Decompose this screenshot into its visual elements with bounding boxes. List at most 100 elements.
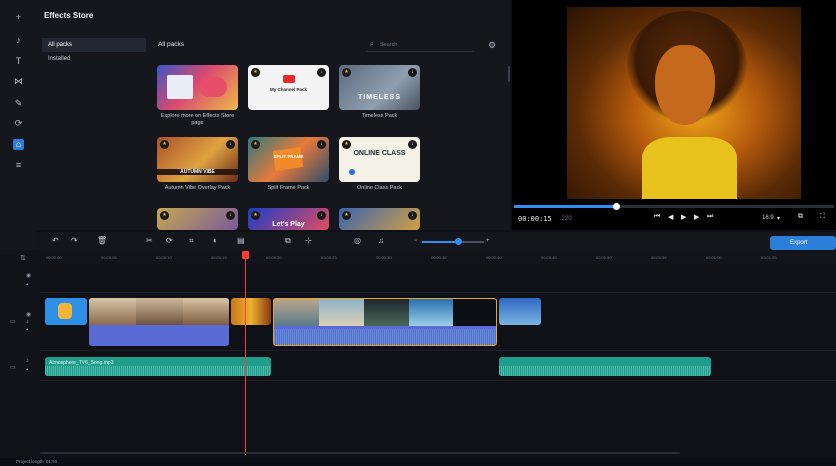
audio-waveform	[45, 366, 271, 376]
track-visibility-icon[interactable]: ◉	[26, 272, 31, 279]
record-audio-icon[interactable]: ♫	[378, 236, 384, 245]
track-lock-icon[interactable]: ▪	[26, 367, 28, 373]
audio-track-icon: ▭	[10, 365, 16, 371]
timecode-fraction: .220	[560, 216, 572, 222]
crop-icon[interactable]: ⌗	[189, 236, 194, 246]
effects-store-icon[interactable]: ⌂	[13, 139, 24, 150]
pack-label: Online Class Pack	[357, 185, 402, 191]
step-forward-icon[interactable]: ▶	[694, 213, 699, 221]
marker-icon[interactable]: ◎	[354, 236, 361, 245]
audio-clip[interactable]: Atmosphere_TV6_Song.mp3	[45, 357, 271, 376]
settings-icon[interactable]: ⚙	[488, 40, 496, 51]
premium-icon: ★	[342, 211, 351, 220]
store-scrollbar[interactable]	[508, 66, 510, 82]
video-clip[interactable]	[231, 298, 271, 325]
premium-icon: ★	[251, 211, 260, 220]
search-icon: ⌕	[370, 41, 374, 48]
more-tools-icon[interactable]: ≡	[13, 160, 24, 171]
ruler-tick: 00:00:15	[211, 255, 227, 260]
ruler-tick: 00:01:05	[761, 255, 777, 260]
export-button[interactable]: Export	[770, 236, 836, 250]
project-length: Project length: 01:50	[16, 459, 58, 464]
video-track-icon: ▭	[10, 319, 16, 325]
pack-card-explore[interactable]	[157, 65, 238, 110]
track-visibility-icon[interactable]: ◉	[26, 311, 31, 318]
properties-icon[interactable]: ▤	[237, 236, 245, 245]
pack-label: Timeless Pack	[361, 113, 398, 119]
add-track-icon[interactable]: ⇅	[20, 254, 26, 262]
pack-card[interactable]: ★ ↓	[339, 208, 420, 230]
next-icon[interactable]: ⏭	[707, 213, 713, 221]
ruler-tick: 00:00:10	[156, 255, 172, 260]
import-icon[interactable]: +	[13, 12, 24, 23]
playhead[interactable]	[245, 255, 246, 455]
ruler-tick: 00:00:00	[46, 255, 62, 260]
track-mute-icon[interactable]: ♪	[26, 358, 29, 364]
pack-card-split-frame[interactable]: ★ ↓ SPLIT FRAME	[248, 137, 329, 182]
step-back-icon[interactable]: ◀	[668, 213, 673, 221]
pack-overlay: AUTUMN VIBE	[157, 169, 238, 175]
track-divider	[40, 350, 836, 351]
color-adjust-icon[interactable]: ◐	[213, 236, 218, 245]
pack-overlay: ONLINE CLASS	[353, 150, 406, 157]
pack-card-my-channel[interactable]: ★ ↓ My Channel Pack	[248, 65, 329, 110]
video-clip[interactable]	[45, 298, 87, 325]
ruler-tick: 00:00:55	[651, 255, 667, 260]
track-mute-icon[interactable]: ♪	[26, 319, 29, 325]
transitions-icon[interactable]: ⋈	[13, 76, 24, 87]
track-divider	[40, 380, 836, 381]
chevron-down-icon[interactable]: ▾	[777, 215, 780, 222]
delete-icon[interactable]: 🗑	[97, 236, 107, 245]
music-icon[interactable]: ♪	[13, 35, 24, 46]
category-all-packs[interactable]: All packs	[42, 38, 146, 52]
pack-overlay: SPLIT FRAME	[273, 154, 304, 159]
previous-icon[interactable]: ⏮	[654, 213, 660, 221]
snapshot-icon[interactable]: ⧉	[798, 213, 803, 221]
store-title: Effects Store	[44, 11, 94, 20]
category-installed[interactable]: Installed	[42, 52, 146, 66]
premium-icon: ★	[342, 68, 351, 77]
rotate-icon[interactable]: ⟳	[166, 236, 173, 245]
playhead-handle[interactable]	[242, 251, 249, 259]
grid-title: All packs	[158, 41, 185, 48]
download-icon: ↓	[408, 68, 417, 77]
timeline-scrollbar[interactable]	[40, 452, 680, 454]
ruler-tick: 00:01:00	[706, 255, 722, 260]
premium-icon: ★	[160, 211, 169, 220]
zoom-slider-fill	[422, 241, 458, 243]
pack-card-timeless[interactable]: ★ ↓ TIMELESS	[339, 65, 420, 110]
aspect-ratio-select[interactable]: 16:9	[762, 215, 774, 221]
play-icon[interactable]: ▶	[681, 213, 686, 221]
video-clip-selected[interactable]	[273, 298, 497, 346]
zoom-in-icon[interactable]: +	[486, 238, 490, 244]
fullscreen-icon[interactable]: ⛶	[820, 213, 825, 221]
ruler-tick: 00:00:50	[596, 255, 612, 260]
stickers-icon[interactable]: ⟳	[13, 118, 24, 129]
zoom-out-icon[interactable]: −	[414, 238, 418, 244]
split-icon[interactable]: ✂	[146, 236, 153, 245]
pack-card-online-class[interactable]: ★ ↓ ONLINE CLASS	[339, 137, 420, 182]
undo-icon[interactable]: ↶	[52, 236, 59, 245]
video-preview[interactable]	[567, 7, 801, 199]
redo-icon[interactable]: ↷	[71, 236, 78, 245]
pack-label: Explore more on Effects Store page	[160, 113, 235, 126]
track-lock-icon[interactable]: ▪	[26, 327, 28, 333]
video-clip[interactable]	[499, 298, 541, 325]
titles-icon[interactable]: T	[13, 56, 24, 67]
overlay-icon[interactable]: ⧉	[285, 236, 291, 246]
zoom-slider-handle[interactable]	[454, 238, 462, 245]
stabilize-icon[interactable]: ⊹	[305, 236, 312, 245]
filters-icon[interactable]: ✎	[13, 98, 24, 109]
search-placeholder: Search	[380, 42, 398, 48]
ruler-tick: 00:00:40	[486, 255, 502, 260]
pack-card[interactable]: ★ ↓	[157, 208, 238, 230]
track-lock-icon[interactable]: ▪	[26, 282, 28, 288]
pack-card-autumn[interactable]: ★ ↓ AUTUMN VIBE	[157, 137, 238, 182]
video-clip[interactable]	[89, 298, 229, 346]
premium-icon: ★	[342, 140, 351, 149]
download-icon: ↓	[226, 211, 235, 220]
ruler-tick: 00:00:20	[266, 255, 282, 260]
audio-clip[interactable]	[499, 357, 711, 376]
ruler-tick: 00:00:05	[101, 255, 117, 260]
pack-card-lets-play[interactable]: ★ ↓ Let's Play	[248, 208, 329, 230]
